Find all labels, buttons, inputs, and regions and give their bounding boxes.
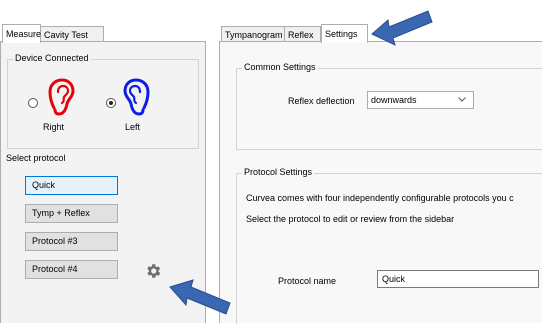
tab-cavity-test[interactable]: Cavity Test: [40, 26, 104, 42]
radio-right[interactable]: [28, 98, 38, 108]
left-ear-label: Left: [125, 122, 141, 132]
tab-tympanogram[interactable]: Tympanogram: [221, 26, 285, 42]
tab-reflex[interactable]: Reflex: [284, 26, 321, 42]
annotation-arrow-icon: [169, 279, 231, 315]
tab-settings[interactable]: Settings: [321, 24, 368, 43]
gear-icon[interactable]: [144, 262, 162, 280]
protocol-button-quick[interactable]: Quick: [25, 176, 118, 195]
protocol-name-input[interactable]: Quick: [377, 270, 539, 288]
chevron-down-icon: [458, 97, 466, 102]
device-connected-title: Device Connected: [13, 53, 91, 63]
protocol-button-tymp-reflex[interactable]: Tymp + Reflex: [25, 204, 118, 223]
protocol-hint: Select the protocol to edit or review fr…: [246, 214, 455, 224]
annotation-arrow-icon: [371, 10, 433, 46]
ear-icon: [48, 78, 75, 116]
protocol-button-3[interactable]: Protocol #3: [25, 232, 118, 251]
protocol-description: Curvea comes with four independently con…: [246, 193, 514, 203]
tab-measure[interactable]: Measure: [2, 24, 41, 43]
settings-panel: Common Settings Reflex deflection downwa…: [219, 41, 542, 324]
ear-icon: [123, 78, 150, 116]
reflex-deflection-select[interactable]: downwards: [367, 91, 474, 109]
radio-left[interactable]: [106, 98, 116, 108]
protocol-settings-title: Protocol Settings: [242, 167, 315, 177]
common-settings-title: Common Settings: [242, 62, 318, 72]
select-protocol-label: Select protocol: [6, 153, 66, 163]
reflex-deflection-value: downwards: [371, 95, 417, 105]
protocol-name-label: Protocol name: [278, 276, 337, 286]
right-ear-label: Right: [43, 122, 65, 132]
reflex-deflection-label: Reflex deflection: [288, 96, 355, 106]
protocol-button-4[interactable]: Protocol #4: [25, 260, 118, 279]
common-settings-group: Common Settings: [236, 62, 542, 150]
